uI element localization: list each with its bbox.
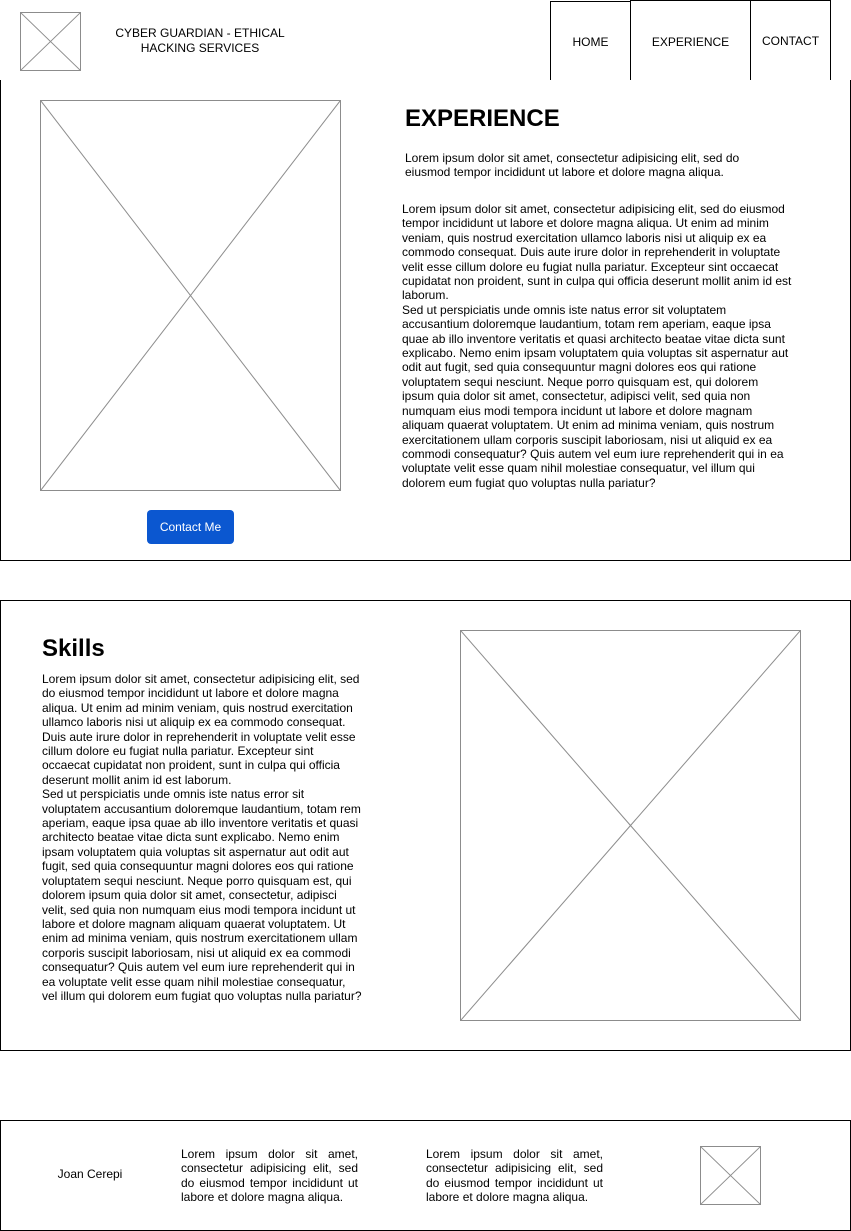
skills-body: Lorem ipsum dolor sit amet, consectetur …	[42, 672, 364, 1003]
nav-experience-label: EXPERIENCE	[651, 34, 730, 49]
skills-title: Skills	[42, 635, 105, 662]
experience-body-paragraph-2: Sed ut perspiciatis unde omnis iste natu…	[402, 302, 789, 490]
experience-intro: Lorem ipsum dolor sit amet, consectetur …	[405, 151, 740, 180]
nav-contact[interactable]: CONTACT	[750, 0, 831, 81]
brand-title-line1: CYBER GUARDIAN - ETHICAL	[115, 26, 285, 40]
nav-home-label: HOME	[572, 35, 609, 49]
contact-me-button[interactable]: Contact Me	[147, 510, 234, 544]
nav-contact-label: CONTACT	[761, 33, 820, 48]
skills-body-paragraph-1: Lorem ipsum dolor sit amet, consectetur …	[42, 672, 360, 787]
footer-column-2-text: Lorem ipsum dolor sit amet, consectetur …	[426, 1147, 603, 1205]
skills-body-paragraph-2: Sed ut perspiciatis unde omnis iste natu…	[42, 787, 362, 1003]
contact-me-button-label: Contact Me	[159, 520, 222, 534]
skills-image-placeholder	[460, 630, 801, 1021]
footer-column-1-text: Lorem ipsum dolor sit amet, consectetur …	[181, 1147, 358, 1205]
footer-image-placeholder	[700, 1146, 761, 1205]
footer-name: Joan Cerepi	[57, 1167, 123, 1181]
brand-title: CYBER GUARDIAN - ETHICAL HACKING SERVICE…	[100, 26, 300, 56]
header: CYBER GUARDIAN - ETHICAL HACKING SERVICE…	[0, 0, 851, 82]
nav-experience[interactable]: EXPERIENCE	[630, 0, 751, 81]
experience-body: Lorem ipsum dolor sit amet, consectetur …	[402, 202, 792, 490]
logo-image-placeholder	[20, 12, 81, 71]
experience-image-placeholder	[40, 100, 341, 491]
nav-home[interactable]: HOME	[550, 1, 631, 82]
brand-title-line2: HACKING SERVICES	[140, 41, 260, 55]
experience-body-paragraph-1: Lorem ipsum dolor sit amet, consectetur …	[402, 202, 792, 303]
experience-title: EXPERIENCE	[405, 105, 560, 132]
